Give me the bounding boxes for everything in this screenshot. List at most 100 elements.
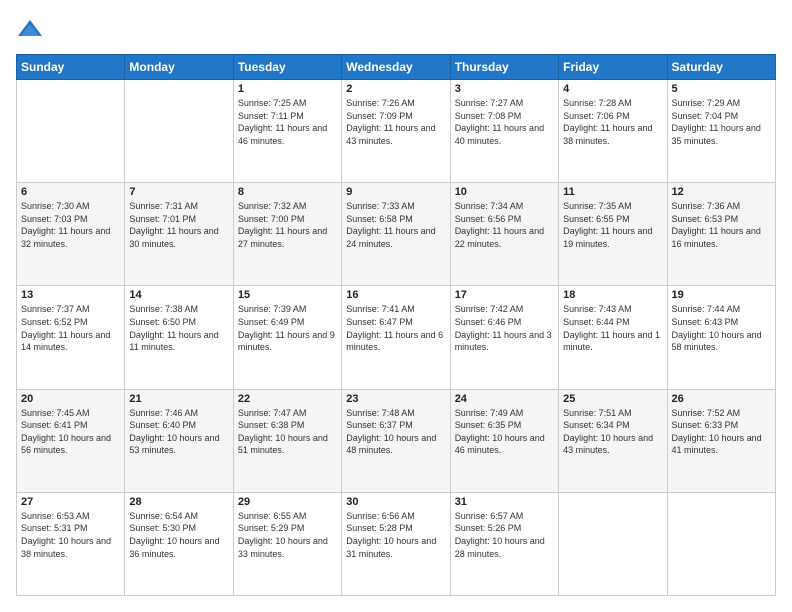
calendar-cell: 5 Sunrise: 7:29 AMSunset: 7:04 PMDaylight… — [667, 80, 775, 183]
logo — [16, 16, 48, 44]
calendar-cell: 6 Sunrise: 7:30 AMSunset: 7:03 PMDaylight… — [17, 183, 125, 286]
cell-info: Sunrise: 7:31 AMSunset: 7:01 PMDaylight:… — [129, 200, 228, 250]
day-number: 31 — [455, 496, 554, 508]
day-number: 28 — [129, 496, 228, 508]
cell-info: Sunrise: 7:46 AMSunset: 6:40 PMDaylight:… — [129, 407, 228, 457]
day-number: 7 — [129, 186, 228, 198]
day-number: 9 — [346, 186, 445, 198]
cell-info: Sunrise: 7:33 AMSunset: 6:58 PMDaylight:… — [346, 200, 445, 250]
calendar-cell: 11 Sunrise: 7:35 AMSunset: 6:55 PMDayligh… — [559, 183, 667, 286]
calendar-cell: 22 Sunrise: 7:47 AMSunset: 6:38 PMDayligh… — [233, 389, 341, 492]
cell-info: Sunrise: 7:47 AMSunset: 6:38 PMDaylight:… — [238, 407, 337, 457]
calendar-cell: 3 Sunrise: 7:27 AMSunset: 7:08 PMDaylight… — [450, 80, 558, 183]
cell-info: Sunrise: 6:55 AMSunset: 5:29 PMDaylight:… — [238, 510, 337, 560]
calendar-cell: 28 Sunrise: 6:54 AMSunset: 5:30 PMDayligh… — [125, 492, 233, 595]
weekday-header: Tuesday — [233, 55, 341, 80]
calendar-cell — [125, 80, 233, 183]
cell-info: Sunrise: 6:57 AMSunset: 5:26 PMDaylight:… — [455, 510, 554, 560]
calendar-cell: 7 Sunrise: 7:31 AMSunset: 7:01 PMDaylight… — [125, 183, 233, 286]
day-number: 27 — [21, 496, 120, 508]
cell-info: Sunrise: 7:48 AMSunset: 6:37 PMDaylight:… — [346, 407, 445, 457]
calendar-table: SundayMondayTuesdayWednesdayThursdayFrid… — [16, 54, 776, 596]
weekday-header: Friday — [559, 55, 667, 80]
cell-info: Sunrise: 7:35 AMSunset: 6:55 PMDaylight:… — [563, 200, 662, 250]
calendar-cell: 10Sunrise: 7:34 AMSunset: 6:56 PMDayligh… — [450, 183, 558, 286]
cell-info: Sunrise: 7:30 AMSunset: 7:03 PMDaylight:… — [21, 200, 120, 250]
day-number: 15 — [238, 289, 337, 301]
weekday-header: Wednesday — [342, 55, 450, 80]
cell-info: Sunrise: 7:44 AMSunset: 6:43 PMDaylight:… — [672, 303, 771, 353]
calendar-week-row: 20 Sunrise: 7:45 AMSunset: 6:41 PMDayligh… — [17, 389, 776, 492]
day-number: 8 — [238, 186, 337, 198]
calendar-cell: 25Sunrise: 7:51 AMSunset: 6:34 PMDayligh… — [559, 389, 667, 492]
cell-info: Sunrise: 7:36 AMSunset: 6:53 PMDaylight:… — [672, 200, 771, 250]
weekday-header: Thursday — [450, 55, 558, 80]
cell-info: Sunrise: 7:51 AMSunset: 6:34 PMDaylight:… — [563, 407, 662, 457]
cell-info: Sunrise: 7:49 AMSunset: 6:35 PMDaylight:… — [455, 407, 554, 457]
calendar-cell: 13 Sunrise: 7:37 AMSunset: 6:52 PMDayligh… — [17, 286, 125, 389]
calendar-week-row: 1 Sunrise: 7:25 AMSunset: 7:11 PMDaylight… — [17, 80, 776, 183]
cell-info: Sunrise: 7:26 AMSunset: 7:09 PMDaylight:… — [346, 97, 445, 147]
calendar-week-row: 6 Sunrise: 7:30 AMSunset: 7:03 PMDaylight… — [17, 183, 776, 286]
day-number: 20 — [21, 393, 120, 405]
day-number: 18 — [563, 289, 662, 301]
cell-info: Sunrise: 6:53 AMSunset: 5:31 PMDaylight:… — [21, 510, 120, 560]
calendar-cell: 18 Sunrise: 7:43 AMSunset: 6:44 PMDayligh… — [559, 286, 667, 389]
cell-info: Sunrise: 6:54 AMSunset: 5:30 PMDaylight:… — [129, 510, 228, 560]
day-number: 12 — [672, 186, 771, 198]
calendar-week-row: 27 Sunrise: 6:53 AMSunset: 5:31 PMDayligh… — [17, 492, 776, 595]
calendar-cell: 20 Sunrise: 7:45 AMSunset: 6:41 PMDayligh… — [17, 389, 125, 492]
calendar-cell: 2 Sunrise: 7:26 AMSunset: 7:09 PMDaylight… — [342, 80, 450, 183]
day-number: 1 — [238, 83, 337, 95]
day-number: 11 — [563, 186, 662, 198]
calendar-cell — [559, 492, 667, 595]
cell-info: Sunrise: 7:42 AMSunset: 6:46 PMDaylight:… — [455, 303, 554, 353]
header — [16, 16, 776, 44]
cell-info: Sunrise: 6:56 AMSunset: 5:28 PMDaylight:… — [346, 510, 445, 560]
day-number: 19 — [672, 289, 771, 301]
calendar-cell: 8 Sunrise: 7:32 AMSunset: 7:00 PMDaylight… — [233, 183, 341, 286]
day-number: 5 — [672, 83, 771, 95]
day-number: 3 — [455, 83, 554, 95]
day-number: 21 — [129, 393, 228, 405]
logo-icon — [16, 16, 44, 44]
day-number: 29 — [238, 496, 337, 508]
cell-info: Sunrise: 7:45 AMSunset: 6:41 PMDaylight:… — [21, 407, 120, 457]
day-number: 10 — [455, 186, 554, 198]
day-number: 17 — [455, 289, 554, 301]
calendar-cell: 4 Sunrise: 7:28 AMSunset: 7:06 PMDaylight… — [559, 80, 667, 183]
calendar-cell — [667, 492, 775, 595]
calendar-cell: 1 Sunrise: 7:25 AMSunset: 7:11 PMDaylight… — [233, 80, 341, 183]
calendar-cell: 17 Sunrise: 7:42 AMSunset: 6:46 PMDayligh… — [450, 286, 558, 389]
day-number: 22 — [238, 393, 337, 405]
calendar-cell: 23Sunrise: 7:48 AMSunset: 6:37 PMDayligh… — [342, 389, 450, 492]
calendar-cell: 30 Sunrise: 6:56 AMSunset: 5:28 PMDayligh… — [342, 492, 450, 595]
cell-info: Sunrise: 7:41 AMSunset: 6:47 PMDaylight:… — [346, 303, 445, 353]
calendar-cell — [17, 80, 125, 183]
day-number: 24 — [455, 393, 554, 405]
calendar-cell: 12 Sunrise: 7:36 AMSunset: 6:53 PMDayligh… — [667, 183, 775, 286]
cell-info: Sunrise: 7:28 AMSunset: 7:06 PMDaylight:… — [563, 97, 662, 147]
calendar-header-row: SundayMondayTuesdayWednesdayThursdayFrid… — [17, 55, 776, 80]
day-number: 6 — [21, 186, 120, 198]
cell-info: Sunrise: 7:39 AMSunset: 6:49 PMDaylight:… — [238, 303, 337, 353]
day-number: 2 — [346, 83, 445, 95]
cell-info: Sunrise: 7:27 AMSunset: 7:08 PMDaylight:… — [455, 97, 554, 147]
page: SundayMondayTuesdayWednesdayThursdayFrid… — [0, 0, 792, 612]
weekday-header: Monday — [125, 55, 233, 80]
calendar-cell: 15 Sunrise: 7:39 AMSunset: 6:49 PMDayligh… — [233, 286, 341, 389]
calendar-cell: 27 Sunrise: 6:53 AMSunset: 5:31 PMDayligh… — [17, 492, 125, 595]
cell-info: Sunrise: 7:43 AMSunset: 6:44 PMDaylight:… — [563, 303, 662, 353]
calendar-week-row: 13 Sunrise: 7:37 AMSunset: 6:52 PMDayligh… — [17, 286, 776, 389]
cell-info: Sunrise: 7:25 AMSunset: 7:11 PMDaylight:… — [238, 97, 337, 147]
cell-info: Sunrise: 7:29 AMSunset: 7:04 PMDaylight:… — [672, 97, 771, 147]
weekday-header: Sunday — [17, 55, 125, 80]
day-number: 13 — [21, 289, 120, 301]
cell-info: Sunrise: 7:37 AMSunset: 6:52 PMDaylight:… — [21, 303, 120, 353]
day-number: 26 — [672, 393, 771, 405]
calendar-cell: 31 Sunrise: 6:57 AMSunset: 5:26 PMDayligh… — [450, 492, 558, 595]
cell-info: Sunrise: 7:32 AMSunset: 7:00 PMDaylight:… — [238, 200, 337, 250]
day-number: 4 — [563, 83, 662, 95]
day-number: 30 — [346, 496, 445, 508]
calendar-cell: 26Sunrise: 7:52 AMSunset: 6:33 PMDayligh… — [667, 389, 775, 492]
